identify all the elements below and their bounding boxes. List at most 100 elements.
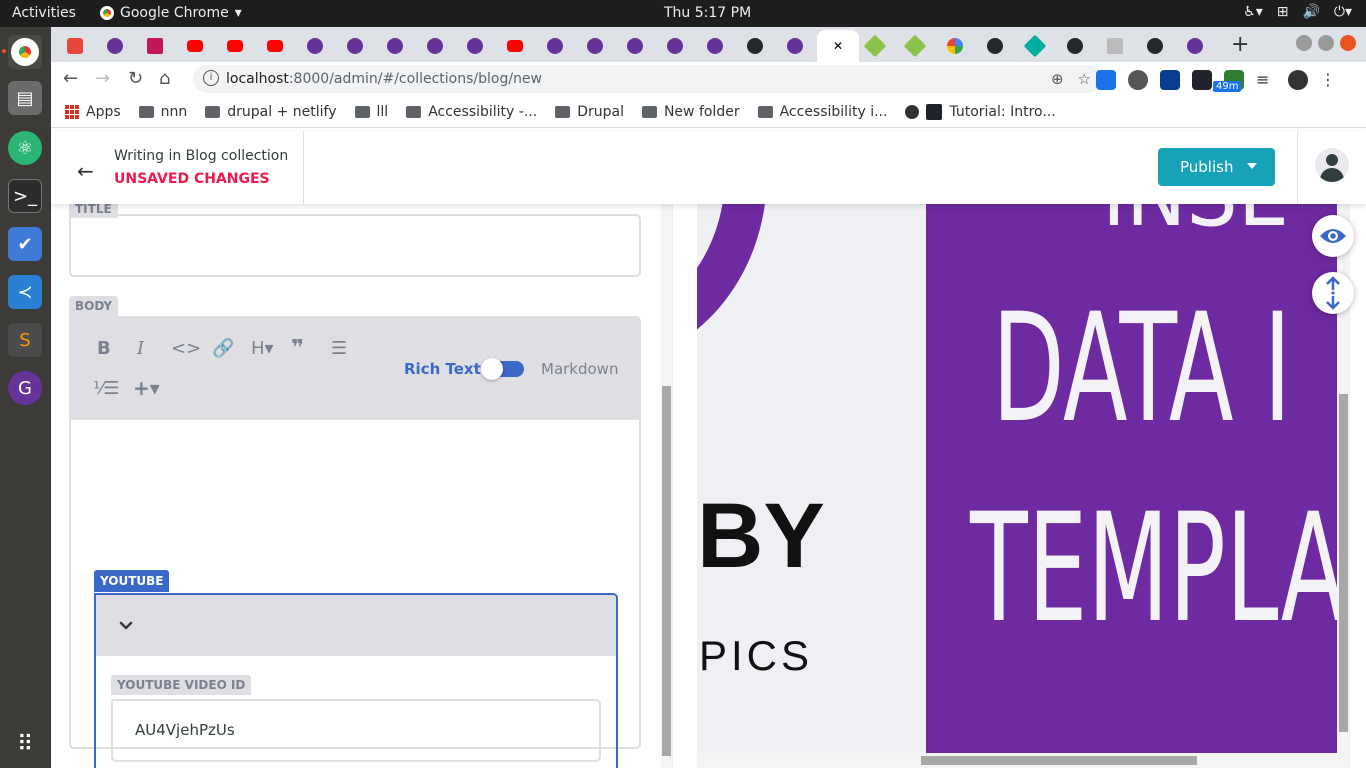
youtube-widget[interactable]: YOUTUBE VIDEO ID AU4VjehPzUs [94, 593, 618, 768]
tab[interactable] [215, 34, 255, 58]
editor-scrollbar[interactable] [661, 204, 672, 768]
accessibility-icon[interactable]: ♿▾ [1243, 4, 1263, 20]
new-tab-button[interactable]: + [1231, 32, 1249, 57]
tab[interactable] [55, 34, 95, 58]
vscode-icon[interactable]: ≺ [8, 275, 42, 309]
bookmark-link[interactable]: Tutorial: Intro... [905, 103, 1056, 120]
profile-icon[interactable] [1288, 70, 1308, 90]
publish-button[interactable]: Publish [1158, 148, 1275, 186]
youtube-widget-header[interactable] [96, 595, 616, 656]
bold-icon[interactable]: B [97, 338, 111, 359]
preview-toggle-button[interactable] [1312, 215, 1354, 257]
tab[interactable] [535, 34, 575, 58]
sync-scroll-button[interactable] [1312, 272, 1354, 314]
url-text[interactable]: localhost:8000/admin/#/collections/blog/… [226, 71, 542, 87]
tab[interactable] [415, 34, 455, 58]
tab[interactable] [175, 34, 215, 58]
system-clock[interactable]: Thu 5:17 PM [664, 5, 751, 21]
forward-icon[interactable]: → [95, 68, 110, 89]
tab[interactable] [455, 34, 495, 58]
bulleted-list-icon[interactable]: ☰ [331, 338, 347, 359]
quote-icon[interactable]: ❞ [291, 336, 304, 361]
bookmark-folder[interactable]: Accessibility i... [757, 104, 887, 120]
code-icon[interactable]: <> [171, 338, 201, 359]
activities-button[interactable]: Activities [12, 5, 76, 21]
site-info-icon[interactable]: i [203, 70, 219, 86]
italic-icon[interactable]: I [137, 338, 144, 359]
tab[interactable] [855, 34, 895, 58]
video-id-input[interactable]: AU4VjehPzUs [111, 699, 601, 762]
tab[interactable] [95, 34, 135, 58]
tab[interactable] [335, 34, 375, 58]
tab[interactable] [1095, 34, 1135, 58]
bookmark-folder[interactable]: Drupal [555, 104, 624, 120]
active-tab[interactable]: ✕ [817, 30, 859, 62]
bookmark-folder[interactable]: nnn [138, 104, 187, 120]
app-menu[interactable]: Google Chrome ▾ [100, 5, 242, 21]
extension-icon[interactable] [1096, 70, 1116, 90]
avatar[interactable] [1315, 148, 1349, 182]
back-arrow-icon[interactable]: ← [77, 159, 94, 183]
tab[interactable] [735, 34, 775, 58]
power-icon[interactable]: ⏻▾ [1334, 4, 1352, 20]
tab[interactable] [495, 34, 535, 58]
markdown-toggle[interactable] [481, 358, 524, 380]
show-apps-icon[interactable]: ⠿ [8, 727, 42, 761]
bookmark-star-icon[interactable]: ☆ [1078, 70, 1091, 88]
tab[interactable] [575, 34, 615, 58]
numbered-list-icon[interactable]: ⅟☰ [93, 378, 119, 399]
system-tray[interactable]: ♿▾ ⊞ 🔊 ⏻▾ [1243, 4, 1352, 20]
tab[interactable] [895, 34, 935, 58]
bookmark-folder[interactable]: drupal + netlify [205, 104, 337, 120]
gatsby-icon[interactable]: G [8, 371, 42, 405]
tab[interactable] [255, 34, 295, 58]
bookmark-folder[interactable]: lll [354, 104, 388, 120]
address-bar[interactable]: i localhost:8000/admin/#/collections/blo… [193, 65, 1103, 93]
network-icon[interactable]: ⊞ [1277, 4, 1289, 20]
link-icon[interactable]: 🔗 [212, 338, 234, 359]
home-icon[interactable]: ⌂ [159, 68, 170, 89]
tab[interactable] [1015, 34, 1055, 58]
title-field[interactable] [69, 214, 641, 277]
minimize-button[interactable] [1296, 35, 1312, 51]
menu-icon[interactable]: ⋮ [1320, 70, 1340, 90]
close-window-button[interactable] [1340, 35, 1356, 51]
atom-icon[interactable]: ⚛ [8, 131, 42, 165]
tab[interactable] [655, 34, 695, 58]
react-devtools-icon[interactable] [1192, 70, 1212, 90]
bookmark-folder[interactable]: New folder [641, 104, 740, 120]
tab[interactable] [295, 34, 335, 58]
tab[interactable] [935, 34, 975, 58]
volume-icon[interactable]: 🔊 [1302, 4, 1319, 20]
heart-extension-icon[interactable] [1160, 70, 1180, 90]
wordpress-icon[interactable] [1128, 70, 1148, 90]
tab[interactable] [775, 34, 815, 58]
sublime-icon[interactable]: S [8, 323, 42, 357]
markdown-label[interactable]: Markdown [541, 360, 618, 378]
tab[interactable] [135, 34, 175, 58]
tab[interactable] [1055, 34, 1095, 58]
back-icon[interactable]: ← [63, 68, 78, 89]
chrome-launcher-icon[interactable] [8, 35, 42, 69]
close-tab-icon[interactable]: ✕ [833, 39, 843, 53]
bookmark-folder[interactable]: Accessibility -... [406, 104, 537, 120]
rich-text-label[interactable]: Rich Text [404, 360, 481, 378]
preview-horizontal-scrollbar[interactable] [697, 753, 1350, 768]
media-icon[interactable]: ≡ [1256, 70, 1276, 90]
reload-icon[interactable]: ↻ [128, 68, 143, 89]
files-icon[interactable]: ▤ [8, 81, 42, 115]
add-component-icon[interactable]: +▾ [133, 376, 160, 400]
maximize-button[interactable] [1318, 35, 1334, 51]
terminal-icon[interactable]: >_ [8, 179, 42, 213]
tab[interactable] [1135, 34, 1175, 58]
chevron-down-icon[interactable] [116, 615, 136, 635]
tab[interactable] [615, 34, 655, 58]
body-field[interactable]: B I <> 🔗 H▾ ❞ ☰ ⅟☰ +▾ Rich Text Markdown… [69, 316, 641, 768]
zoom-icon[interactable]: ⊕ [1051, 70, 1064, 88]
tab[interactable] [695, 34, 735, 58]
tab[interactable] [375, 34, 415, 58]
tab[interactable] [975, 34, 1015, 58]
tasks-icon[interactable]: ✔ [8, 227, 42, 261]
heading-icon[interactable]: H▾ [251, 338, 274, 359]
bookmark-apps[interactable]: Apps [65, 104, 121, 120]
